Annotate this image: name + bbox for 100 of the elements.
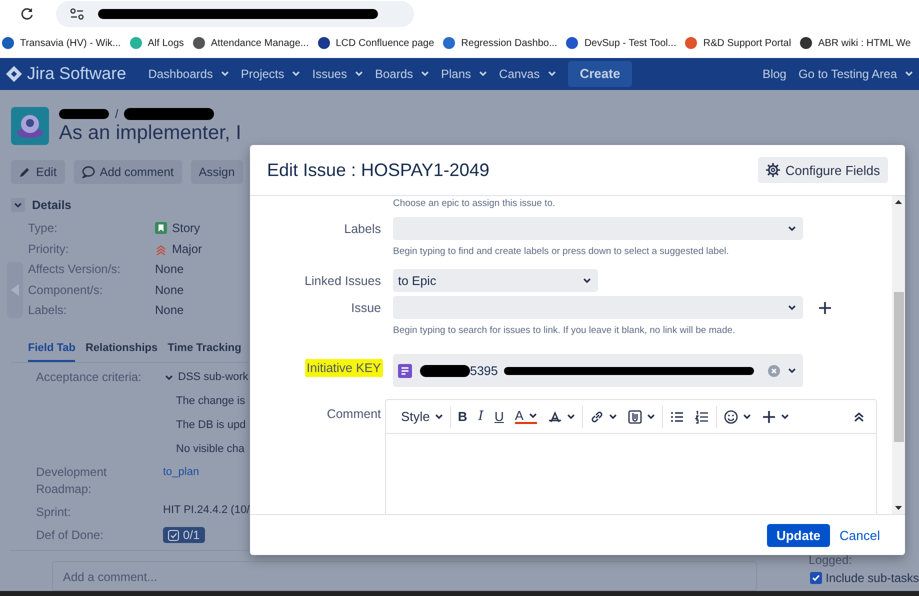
- bookmark[interactable]: Attendance Manage...: [192, 37, 309, 50]
- tab[interactable]: Time Tracking: [168, 342, 242, 362]
- epic-icon: [398, 364, 412, 378]
- field-label: Linked Issues: [304, 272, 382, 290]
- nav-menu[interactable]: Projects: [240, 66, 300, 81]
- issue-title: As an implementer, I: [59, 120, 242, 145]
- chevron-down-icon: [421, 71, 429, 76]
- action-button[interactable]: Edit: [11, 160, 65, 184]
- chevron-down-icon: [548, 71, 556, 76]
- tab[interactable]: Relationships: [85, 342, 158, 362]
- field-label: Labels:: [28, 303, 68, 318]
- chevron-down-icon: [788, 226, 796, 231]
- field-value: None: [155, 262, 184, 276]
- diamond-logo-icon: [6, 66, 22, 82]
- attachment-icon[interactable]: [628, 410, 642, 424]
- dialog-title: Edit Issue : HOSPAY1-2049: [267, 160, 490, 180]
- update-button[interactable]: Update: [767, 524, 830, 546]
- bookmark[interactable]: Transavia (HV) - Wik...: [2, 37, 121, 50]
- link-type-select[interactable]: to Epic: [393, 269, 598, 292]
- field-label: Sprint:: [36, 504, 72, 522]
- action-button[interactable]: Add comment: [74, 160, 182, 184]
- bookmark[interactable]: Regression Dashbo...: [443, 37, 558, 50]
- section-heading: Details: [32, 198, 72, 212]
- nav-link[interactable]: Go to Testing Area: [798, 66, 913, 81]
- bookmark[interactable]: LCD Confluence page: [318, 37, 434, 50]
- nav-menu[interactable]: Boards: [374, 66, 429, 81]
- nav-link[interactable]: Blog: [762, 66, 786, 81]
- collapse-icon[interactable]: [854, 412, 864, 422]
- chevron-down-icon: [566, 414, 574, 419]
- field-label: Affects Version/s:: [28, 262, 122, 276]
- scrollbar[interactable]: [892, 196, 905, 514]
- action-button[interactable]: Assign: [190, 160, 243, 184]
- italic-button[interactable]: I: [478, 409, 484, 424]
- configure-fields-button[interactable]: Configure Fields: [758, 157, 888, 183]
- create-button[interactable]: Create: [568, 60, 632, 87]
- cancel-link[interactable]: Cancel: [840, 528, 880, 542]
- chevron-down-icon: [292, 71, 300, 76]
- plus-icon[interactable]: [819, 302, 831, 314]
- underline-button[interactable]: U: [494, 409, 504, 424]
- plus-icon[interactable]: [762, 410, 776, 424]
- address-bar[interactable]: [56, 1, 414, 28]
- chevron-down-icon: [788, 305, 796, 310]
- field-label: Issue: [350, 300, 382, 316]
- issue-key-fragment: 5395: [470, 364, 498, 378]
- toggle-icon[interactable]: [11, 198, 25, 212]
- priority-icon: [155, 242, 167, 255]
- redaction-mark: [420, 364, 470, 376]
- field-value: None: [155, 282, 184, 297]
- chevron-down-icon: [583, 278, 591, 283]
- nav-menu[interactable]: Dashboards: [148, 66, 229, 81]
- link-icon[interactable]: [590, 410, 604, 424]
- field-value: Major: [172, 242, 202, 256]
- field-label: Def of Done:: [36, 527, 104, 544]
- emoji-icon[interactable]: [724, 410, 738, 424]
- help-text: Choose an epic to assign this issue to.: [393, 198, 556, 209]
- nav-menu[interactable]: Canvas: [499, 66, 556, 81]
- settings-icon: [766, 163, 780, 177]
- nav-menu[interactable]: Plans: [441, 66, 488, 81]
- nav-menu[interactable]: Issues: [312, 66, 363, 81]
- bookmark[interactable]: DevSup - Test Tool...: [566, 37, 676, 50]
- checkbox-icon: [168, 530, 179, 541]
- field-label: Initiative KEY: [304, 358, 383, 376]
- field-label: Labels: [343, 220, 382, 238]
- reload-icon[interactable]: [20, 7, 34, 22]
- pencil-icon: [19, 166, 31, 178]
- criteria-text: The DB is upd: [176, 418, 247, 434]
- placeholder: Add a comment...: [63, 570, 158, 584]
- initiative-select[interactable]: 5395: [393, 354, 803, 387]
- clear-icon[interactable]: [768, 364, 780, 376]
- bullet-list-icon[interactable]: [670, 410, 684, 424]
- help-text: Begin typing to search for issues to link. If you leave it blank, no link will be made.: [393, 325, 736, 336]
- field-value: Story: [172, 221, 200, 236]
- site-settings-icon: [70, 8, 84, 20]
- collapse-handle[interactable]: [7, 262, 23, 318]
- numbered-list-icon[interactable]: [694, 410, 708, 424]
- help-text: Begin typing to find and create labels or press down to select a suggested label.: [393, 246, 729, 257]
- chevron-down-icon: [479, 71, 488, 76]
- field-label: Acceptance criteria:: [36, 369, 142, 386]
- project-avatar: [11, 106, 49, 145]
- field-value: None: [155, 303, 184, 318]
- text-format-icon[interactable]: [548, 410, 562, 424]
- criteria-text: The change is: [176, 394, 246, 410]
- triangle-left-icon: [11, 284, 19, 296]
- comment-icon: [82, 166, 95, 178]
- bookmark[interactable]: Alf Logs: [130, 37, 184, 50]
- criteria-text: No visible cha: [176, 442, 246, 458]
- chevron-down-icon: [434, 414, 443, 419]
- text-color-button[interactable]: A: [514, 409, 536, 424]
- brand-name: Jira Software: [27, 64, 126, 84]
- checkbox[interactable]: [810, 572, 822, 584]
- chevron-down-icon: [354, 71, 363, 76]
- chevron-down-icon[interactable]: [165, 375, 173, 380]
- checklist-lozenge[interactable]: 0/1: [163, 527, 205, 544]
- style-dropdown[interactable]: Style: [401, 409, 443, 424]
- criteria-heading: DSS sub-work: [178, 370, 248, 386]
- bold-button[interactable]: B: [458, 409, 468, 424]
- bookmark[interactable]: R&D Support Portal: [685, 37, 792, 50]
- chevron-down-icon: [742, 414, 750, 419]
- bookmark[interactable]: ABR wiki : HTML We: [800, 37, 911, 50]
- jira-software-logo[interactable]: Jira Software: [6, 64, 126, 84]
